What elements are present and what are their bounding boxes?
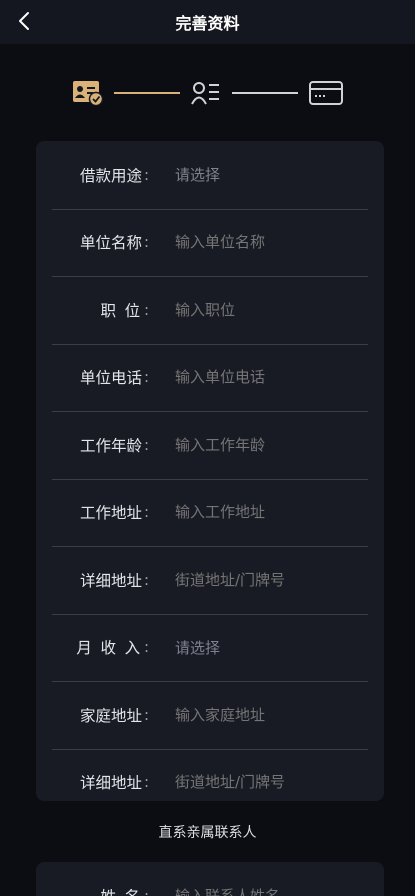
field-label: 借款用途 [79,166,142,185]
label-colon: : [144,886,150,896]
field-label: 单位电话 [79,369,142,388]
page-title: 完善资料 [175,14,240,33]
form-row-work-years: 工作年龄: [36,411,384,479]
top-nav-bar: 完善资料 [0,0,415,44]
work-info-form: 借款用途: 请选择 单位名称: 职 位: 单位电话: 工作年龄: 工作地址: 详… [36,141,384,801]
progress-steps [0,44,415,141]
work-address-input[interactable] [175,503,365,522]
home-address-input[interactable] [175,705,365,724]
form-row-company-name: 单位名称: [36,208,384,277]
form-row-contact-name: 姓 名: [36,862,384,896]
step-connector-1 [113,91,180,94]
form-row-work-address: 工作地址: [36,478,384,547]
chevron-left-icon [19,12,29,30]
field-label: 月 收 入 [76,639,142,658]
field-label: 姓 名 [36,885,142,896]
label-colon: : [144,165,150,184]
label-colon: : [144,233,150,252]
field-label: 家庭地址 [79,706,142,725]
field-label: 单位名称 [79,234,142,253]
monthly-income-select[interactable]: 请选择 [175,637,365,658]
form-row-home-detail-address: 详细地址: [36,748,384,802]
back-button[interactable] [12,8,36,34]
label-colon: : [144,773,150,792]
field-label: 详细地址 [79,774,142,793]
contact-name-input[interactable] [175,886,365,896]
work-detail-address-input[interactable] [175,570,365,589]
field-label: 职 位 [100,301,142,320]
label-colon: : [144,368,150,387]
home-detail-address-input[interactable] [175,773,365,792]
company-phone-input[interactable] [175,368,365,387]
app-root: 完善资料 借款用途: 请选择 单位名称: 输入单位名称 职 位: 输入职位 … [0,0,415,896]
form-row-loan-purpose[interactable]: 借款用途: 请选择 [36,141,384,209]
form-row-home-address: 家庭地址: [36,681,384,749]
form-row-position: 职 位: [36,276,384,344]
company-name-input[interactable] [175,233,365,252]
label-colon: : [144,435,150,454]
bank-card-icon [308,80,343,105]
form-row-monthly-income[interactable]: 月 收 入: 请选择 [36,613,384,682]
profile-list-icon [190,81,219,104]
field-label: 工作年龄 [79,436,142,455]
work-years-input[interactable] [175,435,365,454]
label-colon: : [144,300,150,319]
field-label: 工作地址 [79,504,142,523]
contact-form: 姓 名: [36,862,384,896]
label-colon: : [144,638,150,657]
form-row-work-detail-address: 详细地址: [36,546,384,614]
contact-section-title: 直系亲属联系人 [158,825,257,841]
form-row-company-phone: 单位电话: [36,343,384,412]
label-colon: : [144,705,150,724]
field-label: 详细地址 [79,571,142,590]
id-card-check-icon [72,80,103,106]
label-colon: : [144,503,150,522]
step-connector-2 [231,91,298,94]
position-input[interactable] [175,300,365,319]
label-colon: : [144,570,150,589]
loan-purpose-select[interactable]: 请选择 [175,164,365,185]
